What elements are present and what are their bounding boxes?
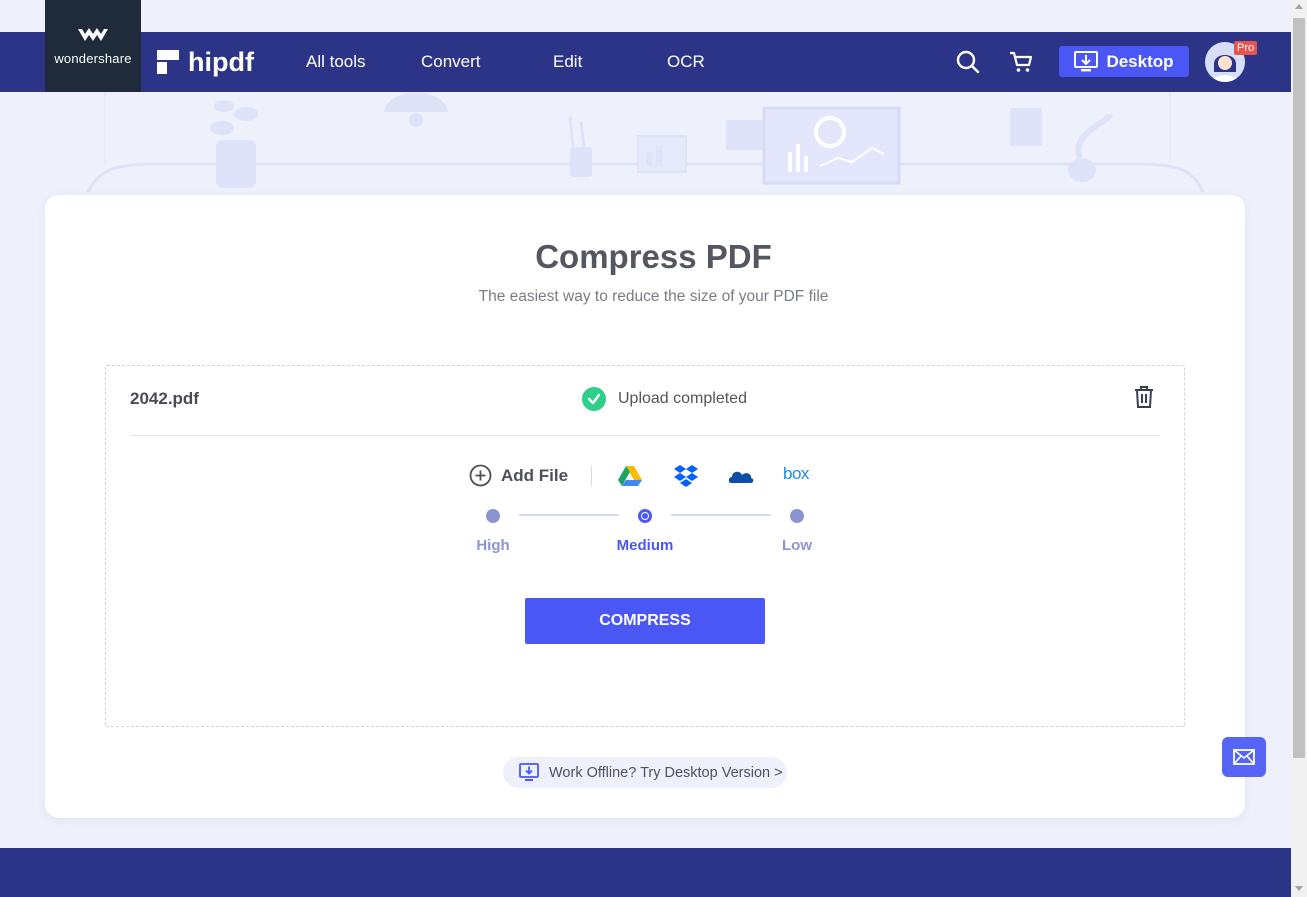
scroll-down-arrow-icon[interactable] [1295, 886, 1303, 891]
level-medium-radio[interactable] [638, 509, 652, 523]
page-title: Compress PDF [535, 238, 772, 275]
nav-edit[interactable]: Edit [553, 52, 582, 72]
nav-ocr[interactable]: OCR [667, 52, 705, 72]
download-icon [1074, 50, 1099, 71]
add-file-label: Add File [501, 465, 569, 485]
level-high-radio[interactable] [486, 509, 500, 523]
box-icon[interactable]: box [783, 464, 813, 490]
wondershare-mark-icon [78, 27, 108, 41]
check-circle-icon [582, 387, 606, 411]
add-file-button[interactable]: Add File [469, 464, 568, 487]
desktop-download-icon [519, 763, 539, 781]
level-track-right [671, 514, 771, 516]
page-subtitle: The easiest way to reduce the size of yo… [478, 288, 829, 305]
level-low-radio[interactable] [790, 509, 804, 523]
level-high-label[interactable]: High [453, 537, 533, 554]
desktop-button-label: Desktop [1106, 51, 1174, 71]
desktop-version-link-text: Work Offline? Try Desktop Version > [549, 764, 783, 781]
pro-badge: Pro [1234, 41, 1258, 55]
cart-icon[interactable] [1008, 49, 1034, 75]
wondershare-logo[interactable]: wondershare [45, 0, 141, 92]
plus-circle-icon [469, 464, 492, 487]
file-row-divider [130, 435, 1160, 436]
trash-icon[interactable] [1133, 385, 1155, 409]
level-track-left [519, 514, 619, 516]
desktop-version-link[interactable]: Work Offline? Try Desktop Version > [503, 757, 787, 788]
level-medium-label[interactable]: Medium [605, 537, 685, 554]
upload-status: Upload completed [582, 387, 747, 411]
onedrive-icon[interactable] [728, 463, 754, 489]
hipdf-logo[interactable]: hipdf [157, 32, 254, 92]
google-drive-icon[interactable] [617, 463, 643, 489]
compress-button[interactable]: COMPRESS [525, 598, 765, 644]
hipdf-brand-text: hipdf [188, 46, 254, 77]
nav-all-tools[interactable]: All tools [306, 52, 366, 72]
dropbox-icon[interactable] [673, 463, 699, 489]
mail-icon [1233, 749, 1255, 765]
add-file-separator [591, 466, 592, 486]
hipdf-mark-icon [157, 50, 179, 74]
nav-convert[interactable]: Convert [421, 52, 481, 72]
feedback-mail-button[interactable] [1222, 737, 1266, 777]
desktop-download-button[interactable]: Desktop [1059, 46, 1189, 77]
wondershare-brand-text: wondershare [54, 50, 132, 66]
upload-status-text: Upload completed [618, 390, 747, 407]
uploaded-file-name: 2042.pdf [130, 389, 199, 408]
header-illustration [86, 92, 1205, 193]
level-low-label[interactable]: Low [757, 537, 837, 554]
scrollbar-thumb[interactable] [1293, 18, 1305, 758]
footer [0, 848, 1291, 897]
scroll-up-arrow-icon[interactable] [1295, 4, 1303, 9]
search-icon[interactable] [955, 49, 981, 75]
